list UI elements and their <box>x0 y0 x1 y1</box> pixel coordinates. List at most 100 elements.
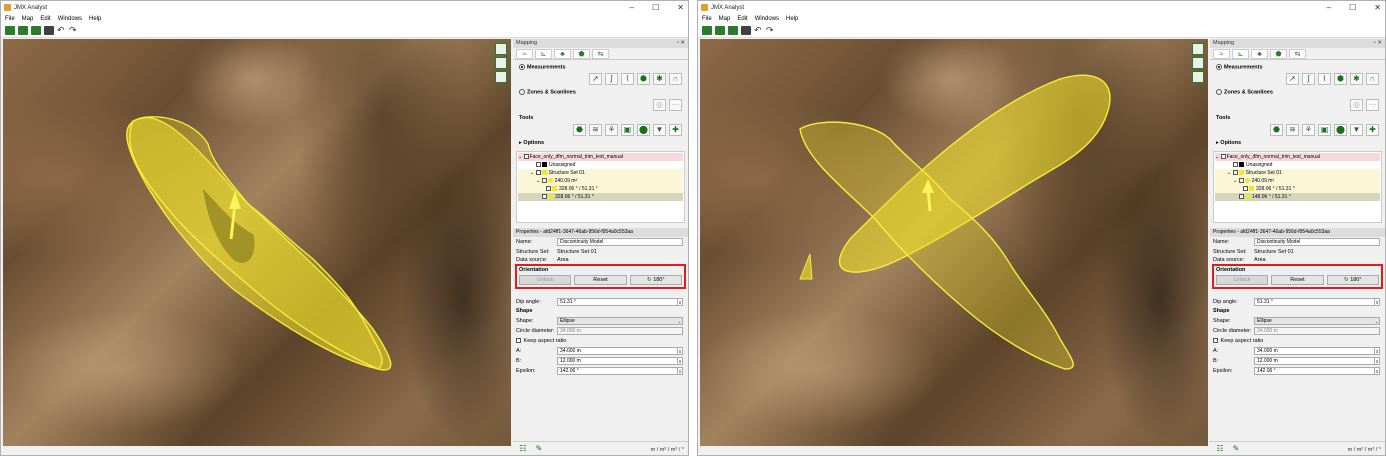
menu-map[interactable]: Map <box>719 16 731 22</box>
flip-180-button[interactable]: ↻ 180° <box>1326 274 1379 285</box>
tree-structure-set-row[interactable]: ⌄ Structure Set 01 <box>1215 168 1380 177</box>
camera-reset-icon[interactable] <box>495 43 507 55</box>
close-icon[interactable]: ✕ <box>677 3 684 12</box>
tool-a-icon[interactable]: ⬣ <box>573 123 586 136</box>
redo-icon[interactable]: ↷ <box>69 26 78 35</box>
spinner-icon[interactable]: ⇕ <box>677 367 682 375</box>
menu-file[interactable]: File <box>5 16 15 22</box>
unlock-button[interactable]: Unlock <box>1216 274 1269 285</box>
menu-windows[interactable]: Windows <box>58 16 82 22</box>
tool-a-icon[interactable]: ⬣ <box>1270 123 1283 136</box>
keep-aspect-checkbox[interactable] <box>516 337 521 343</box>
dip-angle-input[interactable]: 51.31 ° ⇕ <box>557 297 683 306</box>
camera-reset-icon[interactable] <box>1192 43 1204 55</box>
tree-area-row[interactable]: ⌄ 240.09 m² <box>518 176 683 185</box>
menu-edit[interactable]: Edit <box>40 16 50 22</box>
print-icon[interactable] <box>741 26 751 35</box>
tab-settings[interactable]: ⇆ <box>592 49 609 59</box>
tab-blocks[interactable]: ⬟ <box>573 49 590 59</box>
circle-diameter-input[interactable]: 34.000 m <box>1254 326 1380 335</box>
tool-e-icon[interactable]: ⬤ <box>1334 123 1347 136</box>
maximize-icon[interactable]: ☐ <box>652 3 659 12</box>
tab-measurements[interactable]: ≈ <box>516 49 533 59</box>
maximize-icon[interactable]: ☐ <box>1349 3 1356 12</box>
zones-option[interactable]: Zones & Scanlines <box>513 89 688 96</box>
shape-select[interactable]: Ellipse ⌄ <box>557 316 683 325</box>
redo-icon[interactable]: ↷ <box>766 26 775 35</box>
frame-icon[interactable] <box>495 71 507 83</box>
tree-checkbox[interactable] <box>523 154 529 160</box>
flip-180-button[interactable]: ↻ 180° <box>629 274 682 285</box>
tree-checkbox[interactable] <box>1239 194 1244 200</box>
tree-checkbox[interactable] <box>536 162 541 168</box>
view-direction-icon[interactable] <box>1192 57 1204 69</box>
keep-aspect-row[interactable]: Keep aspect ratio <box>1210 336 1385 346</box>
tree-measurement-row[interactable]: 328.06 ° / 51.31 ° <box>1215 184 1380 193</box>
tab-blocks[interactable]: ⬟ <box>1270 49 1287 59</box>
spinner-icon[interactable]: ⇕ <box>677 357 682 365</box>
tab-profile[interactable]: ⊾ <box>535 49 552 59</box>
tree-checkbox[interactable] <box>1243 186 1248 192</box>
a-input[interactable]: 34.000 m ⇕ <box>557 346 683 355</box>
arch-tool-icon[interactable]: ∩ <box>669 73 682 86</box>
arrow-tool-icon[interactable]: ➚ <box>589 73 602 86</box>
tree-checkbox[interactable] <box>541 178 547 184</box>
plane-tool-icon[interactable]: ⬢ <box>637 73 650 86</box>
dip-angle-input[interactable]: 51.31 ° ⇕ <box>1254 297 1380 306</box>
menu-edit[interactable]: Edit <box>737 16 747 22</box>
unlock-button[interactable]: Unlock <box>519 274 572 285</box>
minimize-icon[interactable]: – <box>1327 3 1331 12</box>
tree-checkbox[interactable] <box>1233 162 1238 168</box>
name-input[interactable]: Discontinuity Model <box>557 237 683 246</box>
undo-icon[interactable]: ↶ <box>754 26 763 35</box>
tool-c-icon[interactable]: ⚘ <box>605 123 618 136</box>
measurements-option[interactable]: Measurements <box>513 64 688 70</box>
list-view-icon[interactable]: ☷ <box>518 444 528 453</box>
pencil-icon[interactable]: ✎ <box>1231 444 1241 453</box>
3d-viewport[interactable] <box>700 39 1208 446</box>
tree-area-row[interactable]: ⌄ 240.09 m² <box>1215 176 1380 185</box>
tree-checkbox[interactable] <box>1220 154 1226 160</box>
tree-checkbox[interactable] <box>542 194 547 200</box>
spinner-icon[interactable]: ⇕ <box>1374 298 1379 306</box>
polyline-tool-icon[interactable]: ⌇ <box>621 73 634 86</box>
pencil-icon[interactable]: ✎ <box>534 444 544 453</box>
mapped-area-outline[interactable] <box>128 116 383 370</box>
tool-e-icon[interactable]: ⬤ <box>637 123 650 136</box>
add-tool-icon[interactable]: ✚ <box>1366 123 1379 136</box>
tab-tree[interactable]: ♣ <box>1251 49 1268 59</box>
tree-disc-model-row[interactable]: 148.06 ° / 51.31 ° <box>1215 192 1380 201</box>
open-folder-icon[interactable] <box>715 26 725 35</box>
tree-disc-model-row[interactable]: 328.06 ° / 51.31 ° <box>518 192 683 201</box>
view-direction-icon[interactable] <box>495 57 507 69</box>
zones-radio[interactable] <box>1216 89 1222 96</box>
units-indicator[interactable]: m / m² / m³ / ° <box>651 447 684 453</box>
reset-button[interactable]: Reset <box>574 274 627 285</box>
tab-tree[interactable]: ♣ <box>554 49 571 59</box>
polyline-tool-icon[interactable]: ⌇ <box>1318 73 1331 86</box>
cluster-tool-icon[interactable]: ✱ <box>653 73 666 86</box>
shape-select[interactable]: Ellipse ⌄ <box>1254 316 1380 325</box>
new-project-icon[interactable] <box>702 26 712 35</box>
a-input[interactable]: 34.000 m ⇕ <box>1254 346 1380 355</box>
tab-measurements[interactable]: ≈ <box>1213 49 1230 59</box>
tree-structure-set-row[interactable]: ⌄ Structure Set 01 <box>518 168 683 177</box>
tree-checkbox[interactable] <box>535 170 541 176</box>
tree-measurement-row[interactable]: 328.06 ° / 51.31 ° <box>518 184 683 193</box>
zones-radio[interactable] <box>519 89 525 96</box>
trace-tool-icon[interactable]: ∫ <box>605 73 618 86</box>
spinner-icon[interactable]: ⇕ <box>1374 347 1379 355</box>
tool-b-icon[interactable]: ≋ <box>589 123 602 136</box>
cluster-tool-icon[interactable]: ✱ <box>1350 73 1363 86</box>
plane-tool-icon[interactable]: ⬢ <box>1334 73 1347 86</box>
3d-viewport[interactable] <box>3 39 511 446</box>
reset-button[interactable]: Reset <box>1271 274 1324 285</box>
new-project-icon[interactable] <box>5 26 15 35</box>
spinner-icon[interactable]: ⇕ <box>1374 357 1379 365</box>
tree-checkbox[interactable] <box>1238 178 1244 184</box>
scanline-tool-icon[interactable]: ⋯ <box>1366 98 1379 111</box>
options-expander[interactable]: ▸ Options <box>513 140 688 146</box>
print-icon[interactable] <box>44 26 54 35</box>
tool-d-icon[interactable]: ▣ <box>1318 123 1331 136</box>
tool-f-icon[interactable]: ▼ <box>1350 123 1363 136</box>
